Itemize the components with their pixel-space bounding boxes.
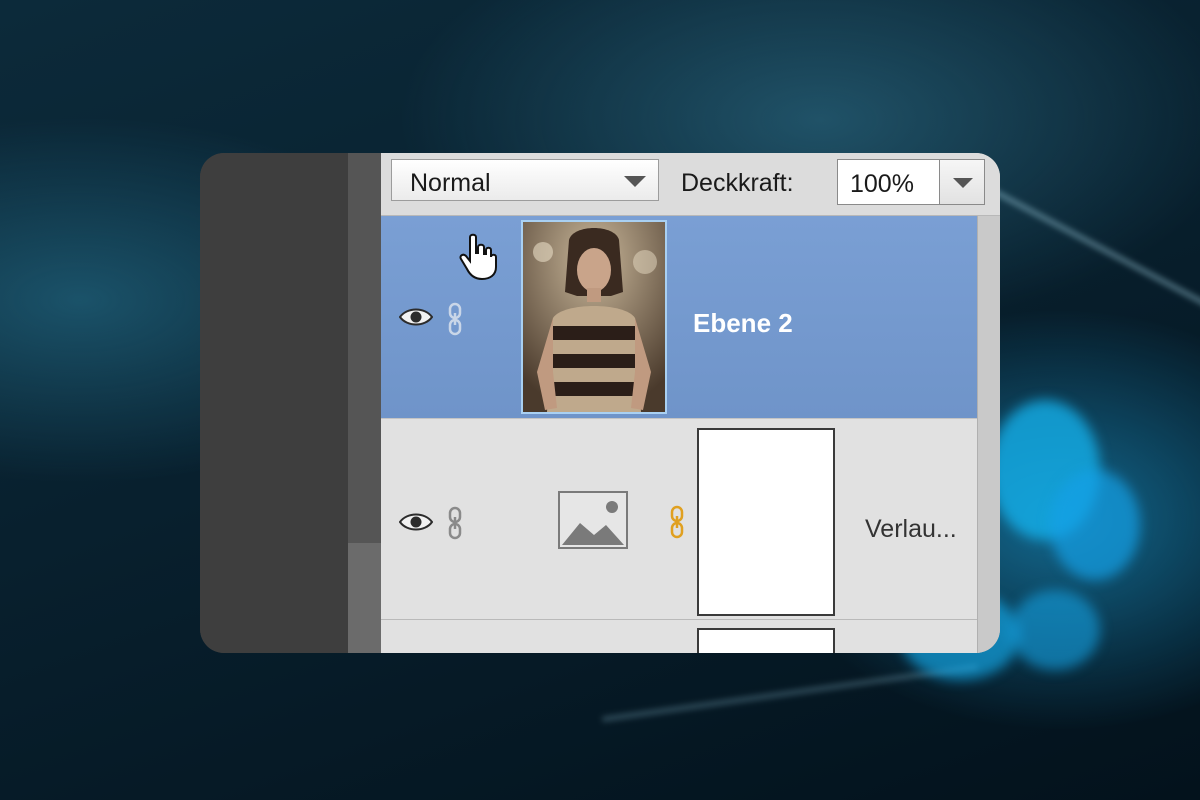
- chain-link-icon[interactable]: [447, 506, 463, 540]
- layers-panel: Normal Deckkraft: 100% Ebene 2 Verlau...: [381, 153, 1000, 653]
- chevron-down-icon: [624, 176, 646, 187]
- eye-icon[interactable]: [399, 306, 433, 328]
- eye-icon[interactable]: [399, 511, 433, 533]
- layer-mask-thumbnail[interactable]: [697, 628, 835, 653]
- layer-thumbnail-photo[interactable]: [521, 220, 667, 414]
- layer-row-partial[interactable]: [381, 620, 977, 653]
- photo-thumbnail: [523, 222, 665, 412]
- hand-cursor-icon: [459, 233, 497, 281]
- blend-mode-value: Normal: [410, 169, 491, 197]
- layer-name[interactable]: Ebene 2: [693, 308, 793, 339]
- background-logo-shape: [1010, 590, 1100, 670]
- chain-link-icon[interactable]: [669, 505, 685, 539]
- chevron-down-icon: [953, 178, 973, 188]
- blend-mode-select[interactable]: Normal: [391, 159, 659, 201]
- layer-mask-thumbnail[interactable]: [697, 428, 835, 616]
- workspace-scrollbar-thumb[interactable]: [348, 543, 381, 653]
- layers-panel-scrollbar[interactable]: [977, 216, 1000, 653]
- opacity-dropdown-button[interactable]: [939, 159, 985, 205]
- image-placeholder-icon: [558, 491, 628, 549]
- workspace-area: [200, 153, 348, 653]
- background-logo-shape: [1050, 470, 1140, 580]
- opacity-label: Deckkraft:: [681, 169, 794, 197]
- opacity-value: 100%: [850, 170, 914, 198]
- background-light-streak: [601, 663, 979, 723]
- opacity-input[interactable]: 100%: [837, 159, 940, 205]
- zoomed-layers-panel-card: Normal Deckkraft: 100% Ebene 2 Verlau...: [200, 153, 1000, 653]
- chain-link-icon[interactable]: [447, 302, 463, 336]
- layer-row-verlauf[interactable]: Verlau...: [381, 418, 977, 620]
- layers-toolbar: Normal Deckkraft: 100%: [381, 153, 1000, 216]
- layer-name[interactable]: Verlau...: [865, 515, 957, 544]
- background-light-streak: [976, 179, 1200, 327]
